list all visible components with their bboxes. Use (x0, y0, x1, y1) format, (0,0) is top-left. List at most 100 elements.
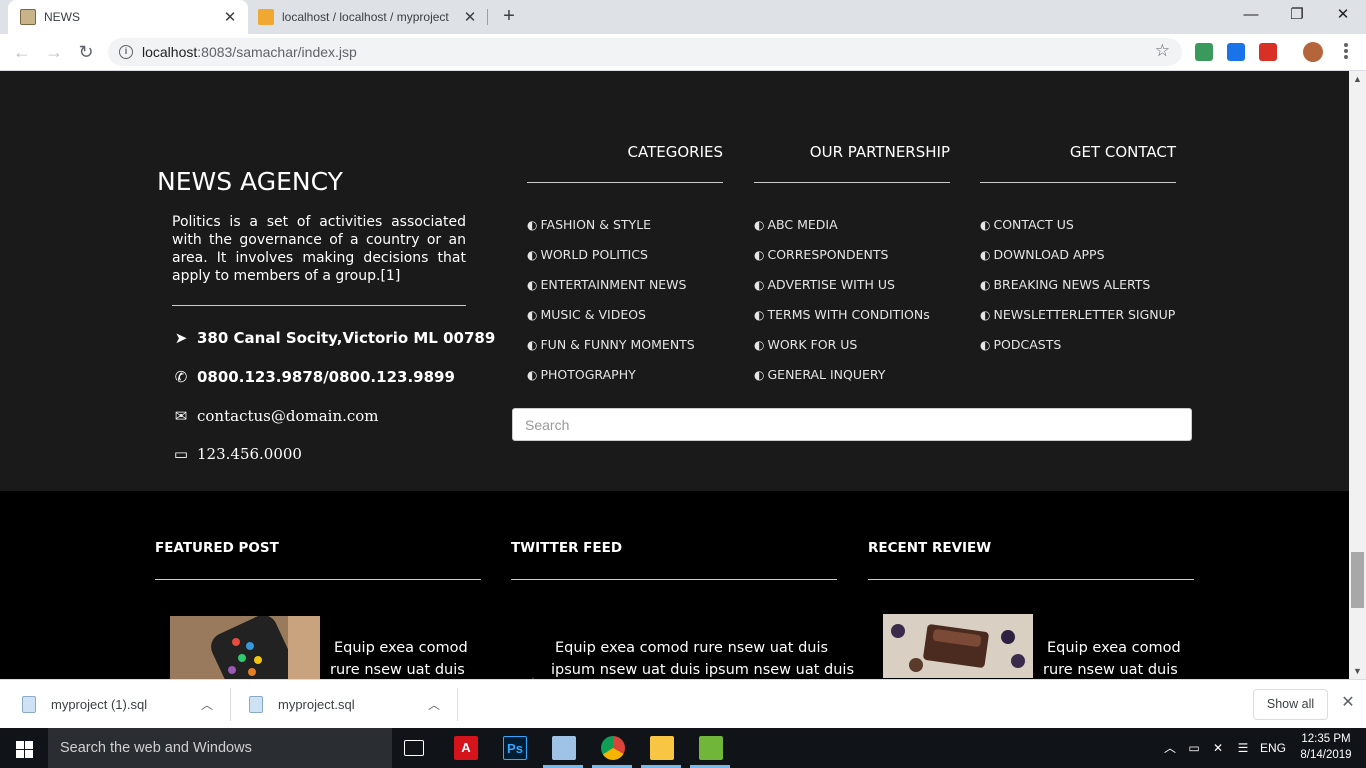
download-item[interactable]: myproject.sql ︿ (249, 680, 449, 729)
show-all-button[interactable]: Show all (1253, 689, 1328, 720)
close-icon[interactable]: ✕ (462, 8, 478, 26)
link-podcasts[interactable]: ◐ PODCASTS (980, 337, 1061, 352)
avatar[interactable] (1303, 42, 1323, 62)
link-world-politics[interactable]: ◐ WORLD POLITICS (527, 247, 648, 262)
download-bar: myproject (1).sql ︿ myproject.sql ︿ Show… (0, 679, 1366, 728)
taskbar-clock[interactable]: 12:35 PM 8/14/2019 (1296, 731, 1356, 763)
restore-button[interactable]: ❐ (1274, 0, 1320, 30)
virtualbox-icon[interactable] (552, 736, 576, 760)
taskbar-search-input[interactable]: Search the web and Windows (48, 728, 392, 768)
search-extension-icon[interactable] (1227, 43, 1245, 61)
scroll-up-arrow-icon[interactable]: ▲ (1349, 71, 1366, 87)
address-bar[interactable]: i localhost:8083/samachar/index.jsp ☆ (108, 38, 1182, 66)
agency-title: NEWS AGENCY (157, 167, 343, 196)
adobe-acrobat-icon[interactable]: A (454, 736, 478, 760)
info-icon[interactable]: i (119, 45, 133, 59)
windows-start-icon[interactable] (0, 728, 48, 768)
half-circle-icon: ◐ (527, 218, 538, 232)
link-fun-moments[interactable]: ◐ FUN & FUNNY MOMENTS (527, 337, 695, 352)
address-text: 380 Canal Socity,Victorio ML 00789 (197, 329, 496, 347)
close-icon[interactable]: ✕ (1339, 694, 1357, 712)
link-abc-media[interactable]: ◐ ABC MEDIA (754, 217, 838, 232)
link-breaking-news[interactable]: ◐ BREAKING NEWS ALERTS (980, 277, 1150, 292)
action-center-icon[interactable]: ☰ (1233, 728, 1253, 768)
new-tab-button[interactable]: + (498, 4, 520, 28)
link-label: ADVERTISE WITH US (767, 277, 895, 292)
download-filename: myproject (1).sql (51, 697, 148, 712)
link-correspondents[interactable]: ◐ CORRESPONDENTS (754, 247, 888, 262)
link-terms[interactable]: ◐ TERMS WITH CONDITIONs (754, 307, 930, 322)
tab-news[interactable]: NEWS ✕ (8, 0, 248, 34)
chevron-up-icon[interactable]: ︿ (428, 696, 440, 713)
link-label: ENTERTAINMENT NEWS (540, 277, 687, 292)
link-fashion-style[interactable]: ◐ FASHION & STYLE (527, 217, 651, 232)
download-item[interactable]: myproject (1).sql ︿ (22, 680, 222, 729)
link-label: CONTACT US (993, 217, 1074, 232)
link-work-for-us[interactable]: ◐ WORK FOR US (754, 337, 857, 352)
language-indicator[interactable]: ENG (1258, 728, 1288, 768)
divider (155, 579, 481, 580)
search-input[interactable] (512, 408, 1192, 441)
phone-text: 0800.123.9878/0800.123.9899 (197, 368, 455, 386)
link-newsletter[interactable]: ◐ NEWSLETTERLETTER SIGNUP (980, 307, 1175, 322)
smartwatch-shape (206, 616, 300, 679)
link-label: TERMS WITH CONDITIONs (767, 307, 930, 322)
link-general-inquery[interactable]: ◐ GENERAL INQUERY (754, 367, 885, 382)
chevron-up-icon[interactable]: ︿ (201, 696, 213, 713)
tab-phpmyadmin[interactable]: localhost / localhost / myproject ✕ (248, 0, 488, 34)
battery-icon[interactable]: ▭ (1184, 728, 1204, 768)
bookmark-star-icon[interactable]: ☆ (1155, 41, 1170, 61)
half-circle-icon: ◐ (527, 338, 538, 352)
windows-taskbar: Search the web and Windows A Ps ︿ ▭ ✕ ☰ … (0, 728, 1366, 768)
half-circle-icon: ◐ (980, 338, 991, 352)
link-contact-us[interactable]: ◐ CONTACT US (980, 217, 1074, 232)
link-download-apps[interactable]: ◐ DOWNLOAD APPS (980, 247, 1105, 262)
task-view-icon[interactable] (404, 740, 424, 756)
link-label: WORLD POLITICS (540, 247, 648, 262)
featured-post-image[interactable] (170, 616, 320, 679)
link-label: FUN & FUNNY MOMENTS (540, 337, 695, 352)
page-scrollbar[interactable]: ▲ ▼ (1349, 71, 1366, 679)
post-line: Equip exea comod (1047, 640, 1181, 656)
url-text[interactable]: localhost:8083/samachar/index.jsp (142, 44, 357, 60)
chevron-up-icon[interactable]: ︿ (1160, 728, 1180, 768)
browser-tab-bar: NEWS ✕ localhost / localhost / myproject… (0, 0, 1366, 34)
forward-arrow-icon[interactable]: → (42, 40, 66, 64)
pdf-extension-icon[interactable] (1259, 43, 1277, 61)
sheets-extension-icon[interactable] (1195, 43, 1213, 61)
back-arrow-icon[interactable]: ← (10, 40, 34, 64)
photoshop-icon[interactable]: Ps (503, 736, 527, 760)
window-close-button[interactable]: ✕ (1320, 0, 1366, 30)
featured-post-text: Equip exea comod rure nsew uat duis (330, 637, 468, 679)
minimize-button[interactable]: — (1228, 0, 1274, 30)
half-circle-icon: ◐ (754, 368, 765, 382)
half-circle-icon: ◐ (527, 278, 538, 292)
recent-review-image[interactable] (883, 614, 1033, 678)
reload-icon[interactable]: ↻ (74, 40, 98, 64)
chrome-icon[interactable] (601, 736, 625, 760)
link-music-videos[interactable]: ◐ MUSIC & VIDEOS (527, 307, 646, 322)
speaker-muted-icon[interactable]: ✕ (1208, 728, 1228, 768)
email-text[interactable]: contactus@domain.com (197, 407, 379, 425)
link-entertainment-news[interactable]: ◐ ENTERTAINMENT NEWS (527, 277, 686, 292)
menu-dots-icon[interactable] (1337, 41, 1355, 63)
get-contact-heading: GET CONTACT (1069, 143, 1176, 161)
close-icon[interactable]: ✕ (222, 8, 238, 26)
recent-review-heading: RECENT REVIEW (868, 540, 992, 556)
notepad-plus-plus-icon[interactable] (699, 736, 723, 760)
half-circle-icon: ◐ (527, 308, 538, 322)
link-advertise[interactable]: ◐ ADVERTISE WITH US (754, 277, 895, 292)
scrollbar-thumb[interactable] (1351, 552, 1364, 608)
half-circle-icon: ◐ (754, 218, 765, 232)
post-line: Equip exea comod (334, 640, 468, 656)
scroll-down-arrow-icon[interactable]: ▼ (1349, 663, 1366, 679)
news-favicon-icon (20, 9, 36, 25)
divider (172, 305, 466, 306)
divider (754, 182, 950, 183)
post-line: rure nsew uat duis (1043, 662, 1178, 678)
divider (980, 182, 1176, 183)
tab-title: localhost / localhost / myproject (282, 10, 449, 24)
link-photography[interactable]: ◐ PHOTOGRAPHY (527, 367, 636, 382)
footer-upper: NEWS AGENCY Politics is a set of activit… (0, 71, 1349, 491)
file-explorer-icon[interactable] (650, 736, 674, 760)
